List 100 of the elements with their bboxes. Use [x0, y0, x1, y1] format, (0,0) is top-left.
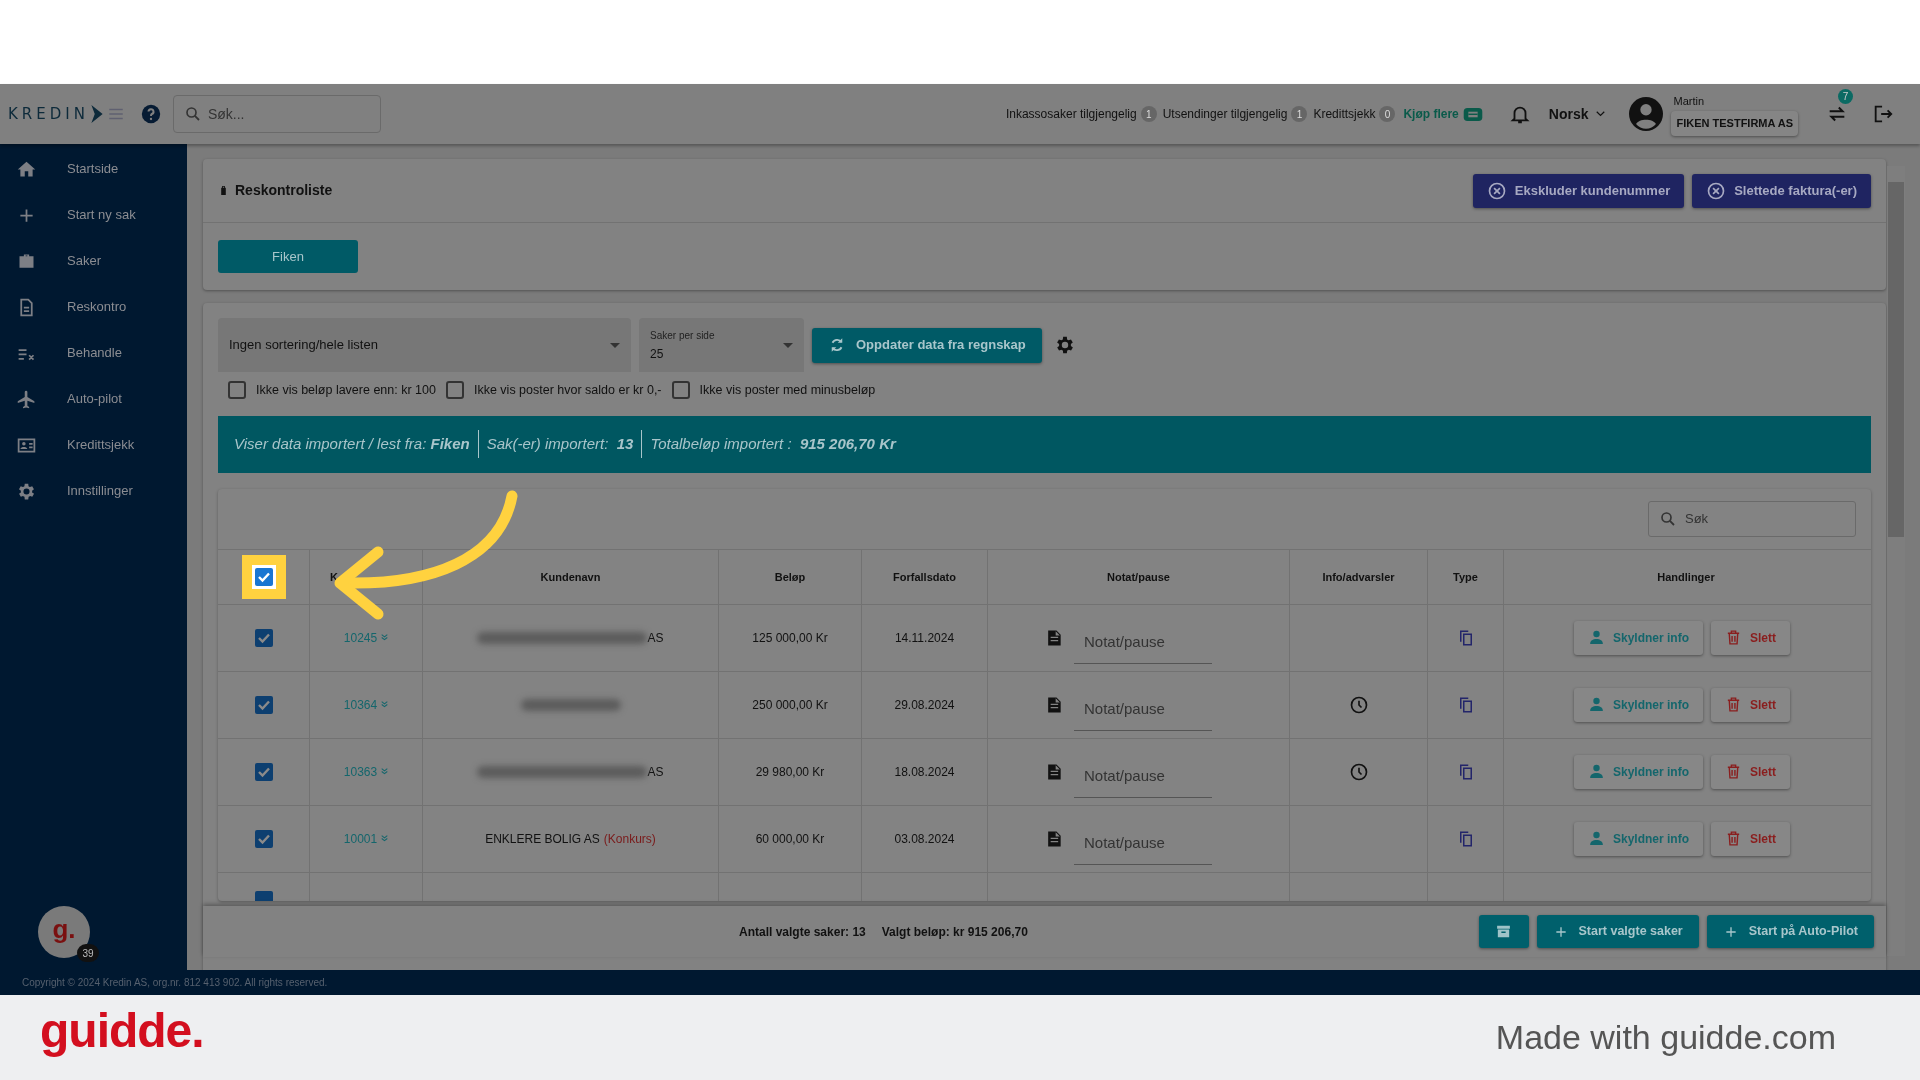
banner-text: Sak(-er) importert: 13: [486, 434, 634, 454]
avatar-letter: g.: [52, 912, 76, 946]
search-icon: [1659, 509, 1677, 528]
column-header: Forfallsdato: [893, 569, 956, 585]
close-circle-icon: [1706, 180, 1727, 201]
column-header: Notat/pause: [1107, 569, 1170, 585]
clock-icon: [1348, 694, 1369, 715]
person-icon: [1588, 696, 1605, 714]
sidebar-item[interactable]: Start ny sak: [0, 192, 187, 238]
checkbox[interactable]: [254, 567, 273, 586]
person-icon: [1588, 763, 1605, 781]
checkbox[interactable]: [254, 628, 273, 647]
column-header: Beløp: [774, 569, 806, 585]
search-field[interactable]: Søk...: [207, 103, 358, 125]
copyright-text: Copyright © 2024 Kredin AS, org.nr. 812 413 902. All rights reserved.: [22, 976, 328, 990]
selected-count: Antall valgte saker: 13: [739, 923, 866, 941]
sort-dropdown[interactable]: Ingen sortering/hele listen: [218, 318, 631, 372]
wallet-icon: [1462, 107, 1483, 121]
due-date: 03.08.2024: [894, 830, 955, 848]
note-field[interactable]: Notat/pause: [1074, 753, 1212, 798]
checkbox[interactable]: [671, 381, 690, 400]
note-field[interactable]: Notat/pause: [1074, 820, 1212, 865]
start-button[interactable]: Start på Auto-Pilot: [1706, 915, 1874, 948]
trash-icon: [1725, 763, 1742, 781]
logo-arrow-icon: [90, 105, 103, 123]
checkbox[interactable]: [228, 381, 246, 400]
sidebar-item[interactable]: Auto-pilot: [0, 376, 187, 422]
counter-label: Utsendinger tilgjengelig: [1162, 106, 1288, 123]
brand-tagline: Made with guidde.com: [1495, 1017, 1836, 1058]
caret-icon: [783, 342, 793, 348]
delete-button[interactable]: Slett: [1711, 620, 1791, 655]
status-text: (Konkurs): [603, 830, 656, 848]
table-search-field[interactable]: Søk: [1685, 509, 1835, 529]
delete-button[interactable]: Slett: [1711, 754, 1791, 789]
expand-icon[interactable]: [381, 835, 389, 843]
search-box[interactable]: Søk: [1648, 500, 1856, 537]
checkbox[interactable]: [254, 762, 273, 781]
amount: 125 000,00 Kr: [752, 629, 828, 647]
clock-icon: [1348, 761, 1369, 782]
sidebar-item[interactable]: Saker: [0, 238, 187, 284]
due-date: 29.08.2024: [894, 696, 955, 714]
start-button[interactable]: Start valgte saker: [1536, 915, 1699, 948]
checkbox[interactable]: [254, 890, 273, 901]
delete-button[interactable]: Slett: [1711, 687, 1791, 722]
expand-icon[interactable]: [381, 701, 389, 709]
sidebar-item[interactable]: Innstillinger: [0, 468, 187, 514]
count-badge: 1: [1140, 106, 1157, 122]
delete-button[interactable]: Slett: [1711, 821, 1791, 856]
counter-label: Kredittsjekk: [1313, 106, 1376, 123]
sidebar-item[interactable]: Behandle: [0, 330, 187, 376]
checkbox-label: Ikke vis poster hvor saldo er kr 0,-: [473, 382, 662, 399]
sidebar-item[interactable]: Reskontro: [0, 284, 187, 330]
banner-text: Viser data importert / lest fra: Fiken: [234, 434, 470, 454]
language-dropdown[interactable]: Norsk: [1548, 103, 1606, 125]
airplane-icon: [16, 388, 37, 410]
per-page-dropdown[interactable]: Saker per side 25: [639, 318, 804, 372]
customer-name: ENKLERE BOLIG AS: [485, 830, 600, 848]
logout-icon[interactable]: [1872, 103, 1894, 125]
brand-logo: guidde.: [40, 1002, 204, 1059]
amount: 29 980,00 Kr: [755, 763, 825, 781]
banner-text: Totalbeløp importert : 915 206,70 Kr: [650, 434, 896, 454]
amount: 250 000,00 Kr: [752, 696, 828, 714]
note-field[interactable]: Notat/pause: [1074, 619, 1212, 664]
person-icon: [1588, 629, 1605, 647]
amount: 60 000,00 Kr: [755, 830, 825, 848]
person-icon: [1588, 830, 1605, 848]
page-title: Reskontroliste: [235, 181, 333, 200]
update-button[interactable]: Oppdater data fra regnskap: [812, 327, 1042, 363]
exclude-button[interactable]: Ekskluder kundenummer: [1472, 173, 1685, 208]
expand-icon[interactable]: [381, 768, 389, 776]
count-badge: 7: [1838, 89, 1853, 104]
checkbox[interactable]: [254, 829, 273, 848]
close-circle-icon: [1486, 180, 1507, 201]
search-box[interactable]: Søk...: [172, 95, 381, 133]
checkbox[interactable]: [254, 695, 273, 714]
customer-name: AS: [647, 763, 664, 781]
sidebar-item[interactable]: Kredittsjekk: [0, 422, 187, 468]
logo: KREDIN: [8, 103, 89, 125]
account-icon[interactable]: [1629, 97, 1664, 131]
column-header: Kundenavn: [540, 569, 601, 585]
trash-icon: [1725, 629, 1742, 647]
expand-icon[interactable]: [381, 634, 389, 642]
company-button[interactable]: FIKEN TESTFIRMA AS: [1671, 111, 1798, 136]
checkbox-label: Ikke vis poster med minusbeløp: [699, 382, 876, 399]
note-field[interactable]: Notat/pause: [1074, 686, 1212, 731]
column-header: Info/advarsler: [1322, 569, 1395, 585]
tab[interactable]: Fiken: [218, 240, 358, 273]
archive-button[interactable]: [1478, 915, 1529, 948]
selected-sum: Valgt beløp: kr 915 206,70: [881, 923, 1028, 941]
trash-icon: [1725, 696, 1742, 714]
help-icon[interactable]: [140, 104, 161, 124]
counter-label: Inkassosaker tilgjengelig: [1005, 106, 1137, 123]
exclude-button[interactable]: Slettede faktura(-er): [1692, 173, 1871, 208]
count-badge: 0: [1379, 106, 1396, 122]
caret-icon: [610, 342, 620, 348]
sidebar-item[interactable]: Startside: [0, 146, 187, 192]
archive-icon: [1495, 923, 1512, 940]
count-badge: 39: [77, 944, 99, 962]
checkbox[interactable]: [445, 381, 464, 400]
trash-icon: [1725, 830, 1742, 848]
